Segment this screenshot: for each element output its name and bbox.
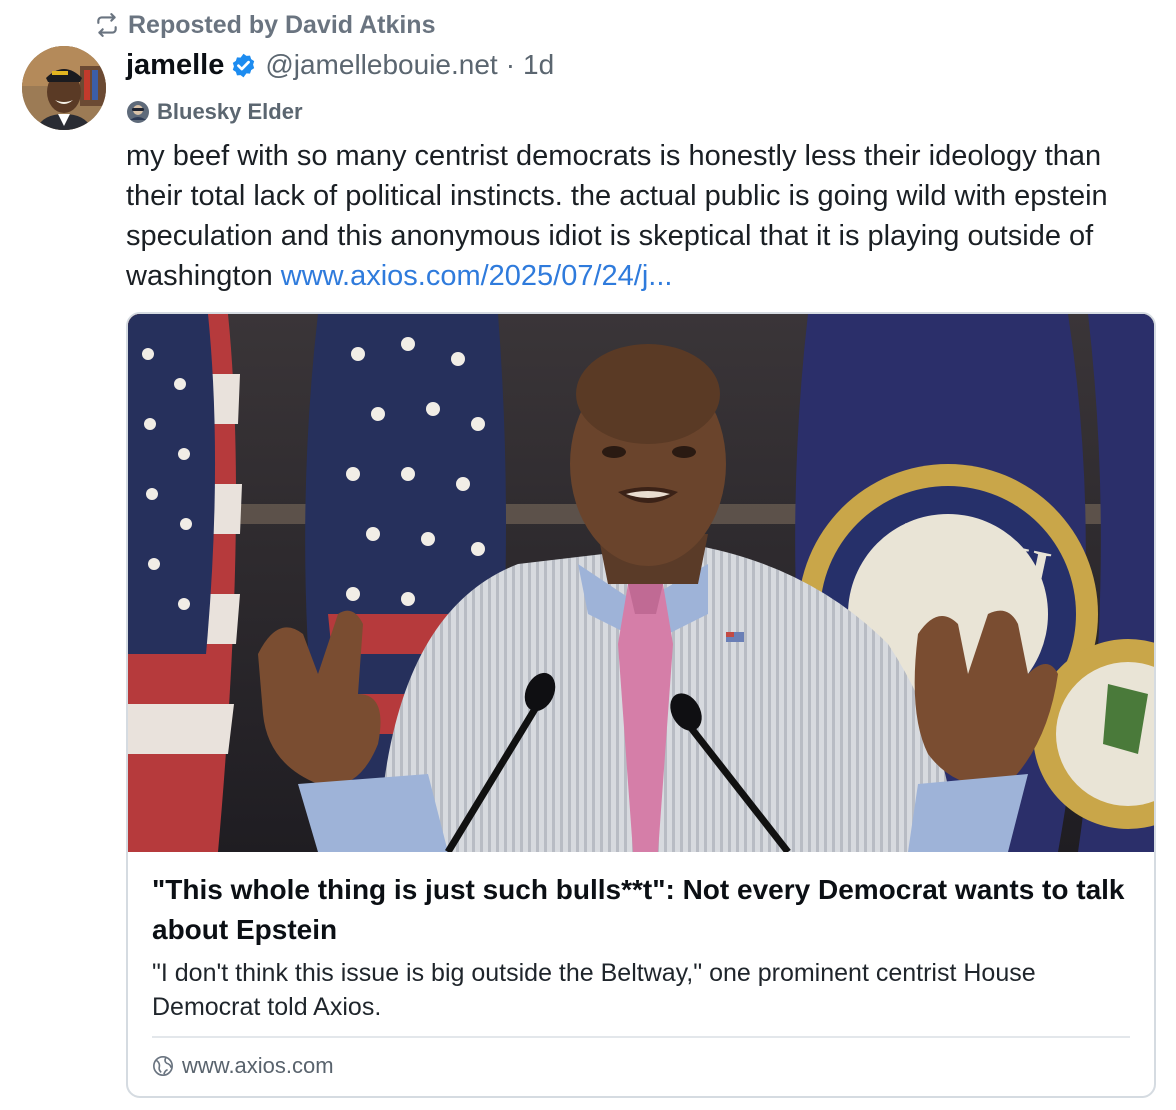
link-preview-card[interactable]: U.S. H "This whole thing is just such bu…: [126, 312, 1156, 1098]
post-body: my beef with so many centrist democrats …: [126, 136, 1156, 296]
globe-icon: [153, 1056, 173, 1076]
post-link[interactable]: www.axios.com/2025/07/24/j...: [281, 260, 673, 292]
verified-check-icon[interactable]: [230, 52, 257, 79]
link-preview-title[interactable]: "This whole thing is just such bulls**t"…: [152, 870, 1132, 950]
link-preview-image: U.S. H: [128, 314, 1154, 852]
avatar[interactable]: [22, 46, 106, 130]
divider: [152, 1036, 1130, 1038]
post-timestamp[interactable]: 1d: [523, 49, 554, 81]
repost-label: Reposted by David Atkins: [128, 10, 436, 39]
profile-label[interactable]: Bluesky Elder: [126, 96, 303, 128]
feed-post[interactable]: Reposted by David Atkins jamelle @jamell…: [0, 0, 1176, 1110]
domain-text: www.axios.com: [182, 1053, 334, 1078]
repost-icon: [97, 13, 117, 37]
display-name[interactable]: jamelle: [126, 49, 224, 82]
avatar-photo: [22, 46, 106, 130]
author-handle[interactable]: @jamellebouie.net: [265, 49, 497, 81]
repost-indicator[interactable]: Reposted by David Atkins: [94, 8, 435, 42]
label-avatar-icon: [127, 101, 149, 123]
post-header: jamelle @jamellebouie.net · 1d: [126, 44, 554, 86]
label-text: Bluesky Elder: [157, 99, 303, 124]
link-preview-domain[interactable]: www.axios.com: [152, 1050, 334, 1082]
separator-dot: ·: [505, 49, 516, 80]
link-preview-description: "I don't think this issue is big outside…: [152, 959, 1036, 1021]
